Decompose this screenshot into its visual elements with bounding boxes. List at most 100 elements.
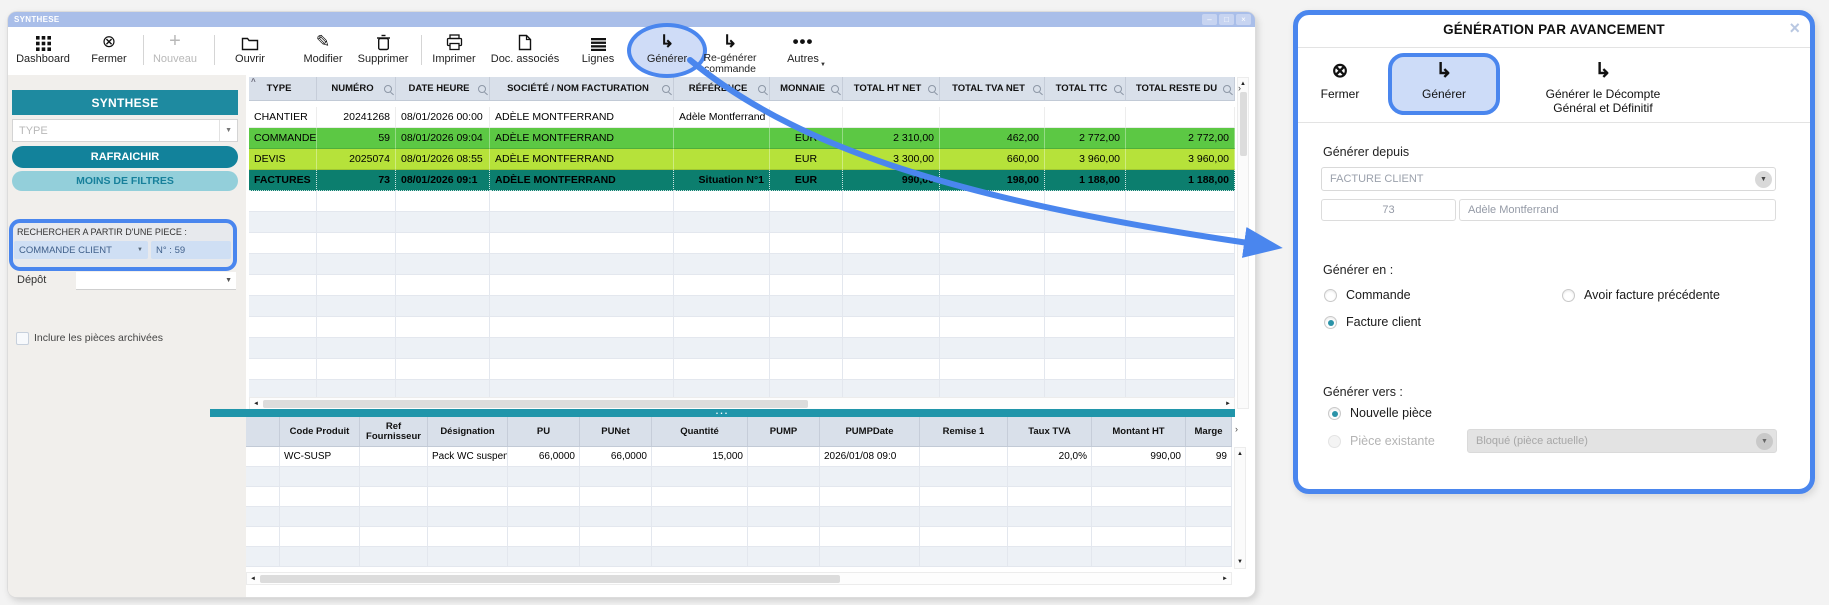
column-header-remise[interactable]: Remise 1 (920, 417, 1008, 446)
empty-cell (317, 338, 396, 359)
dialog-fermer-button[interactable]: ⊗ Fermer (1310, 57, 1370, 101)
rafraichir-button[interactable]: RAFRAICHIR (12, 146, 238, 168)
radio-commande[interactable] (1324, 289, 1337, 302)
toolbar-regenerer[interactable]: ↳ Re-générer commande (697, 30, 763, 75)
toolbar-generer[interactable]: ↳ Générer (635, 30, 699, 65)
search-icon[interactable] (1114, 85, 1122, 93)
minimize-icon[interactable]: – (1202, 14, 1217, 25)
column-header-pumpdate[interactable]: PUMPDate (820, 417, 920, 446)
column-header-pu[interactable]: PU (508, 417, 580, 446)
scrollbar-thumb[interactable] (260, 575, 840, 583)
window-title: SYNTHESE (8, 15, 60, 24)
toolbar-supprimer[interactable]: Supprimer (351, 30, 415, 65)
empty-cell (843, 296, 940, 317)
close-icon[interactable]: × (1236, 14, 1251, 25)
scroll-up-icon[interactable]: ▲ (1237, 451, 1243, 457)
cell-type: COMMANDES (249, 128, 317, 149)
dialog-generer-button[interactable]: ↳ Générer (1404, 57, 1484, 101)
detail-table-row[interactable]: WC-SUSP Pack WC suspen 66,0000 66,0000 1… (246, 447, 1232, 467)
archived-checkbox[interactable] (16, 332, 29, 345)
maximize-icon[interactable]: □ (1219, 14, 1234, 25)
search-icon[interactable] (662, 85, 670, 93)
chevron-down-icon[interactable]: ▼ (1755, 171, 1772, 188)
search-icon[interactable] (928, 85, 936, 93)
column-header-total-ht[interactable]: TOTAL HT NET (843, 77, 940, 100)
toolbar-nouveau: + Nouveau (143, 30, 207, 65)
toolbar-lignes-label: Lignes (582, 53, 614, 65)
column-header-total-ttc[interactable]: TOTAL TTC (1045, 77, 1126, 100)
toolbar-autres[interactable]: ••• Autres (771, 30, 835, 65)
piece-nom-field[interactable]: Adèle Montferrand (1459, 199, 1776, 221)
column-header-societe[interactable]: SOCIÉTÉ / NOM FACTURATION (490, 77, 674, 100)
search-icon[interactable] (1033, 85, 1041, 93)
search-icon[interactable] (384, 85, 392, 93)
scroll-right-icon[interactable]: ► (1225, 401, 1231, 407)
column-header-reference[interactable]: RÉFÉRENCE (674, 77, 770, 100)
toolbar-lignes[interactable]: Lignes (566, 30, 630, 65)
toolbar-fermer[interactable]: ⊗ Fermer (77, 30, 141, 65)
scroll-right-icon[interactable]: › (1238, 83, 1241, 93)
piece-numero-field[interactable]: 73 (1321, 199, 1456, 221)
toolbar-doc-associes[interactable]: Doc. associés (485, 30, 565, 65)
column-header-numero[interactable]: NUMÉRO (317, 77, 396, 100)
toolbar-dashboard[interactable]: Dashboard (11, 30, 75, 65)
column-header-punet[interactable]: PUNet (580, 417, 652, 446)
empty-cell (396, 275, 490, 296)
column-header-total-tva[interactable]: TOTAL TVA NET (940, 77, 1045, 100)
radio-facture-client-selected[interactable] (1324, 316, 1337, 329)
scrollbar-thumb[interactable] (1240, 92, 1247, 156)
search-icon[interactable] (758, 85, 766, 93)
column-header-designation[interactable]: Désignation (428, 417, 508, 446)
search-icon[interactable] (1223, 85, 1231, 93)
cell-date: 08/01/2026 09:1 (396, 170, 490, 191)
empty-cell (360, 527, 428, 547)
table-row-chantier[interactable]: CHANTIER 20241268 08/01/2026 00:00 ADÈLE… (249, 107, 1235, 128)
depot-select[interactable]: ▼ (76, 272, 236, 290)
cell-pu: 66,0000 (508, 447, 580, 467)
table-row-commandes[interactable]: COMMANDES 59 08/01/2026 09:04 ADÈLE MONT… (249, 128, 1235, 149)
autres-caret-icon[interactable]: ▼ (820, 62, 826, 68)
radio-nouvelle-piece-selected[interactable] (1328, 407, 1341, 420)
scroll-left-icon[interactable]: ◄ (250, 576, 256, 582)
toolbar-imprimer[interactable]: Imprimer (422, 30, 486, 65)
column-header-label: Montant HT (1112, 427, 1164, 437)
dialog-decompte-button[interactable]: ↳ Générer le Décompte Général et Définit… (1518, 57, 1688, 115)
search-icon[interactable] (478, 85, 486, 93)
column-header-ref-fournisseur[interactable]: Ref Fournisseur (360, 417, 428, 446)
radio-avoir-facture-label: Avoir facture précédente (1584, 288, 1720, 302)
toolbar-ouvrir[interactable]: Ouvrir (218, 30, 282, 65)
cell-total-ht (843, 107, 940, 128)
column-header-quantite[interactable]: Quantité (652, 417, 748, 446)
generer-depuis-select[interactable]: FACTURE CLIENT ▼ (1321, 167, 1776, 191)
column-header-total-reste[interactable]: TOTAL RESTE DU (1126, 77, 1235, 100)
scroll-right-icon[interactable]: › (1235, 424, 1238, 434)
scroll-left-icon[interactable]: ◄ (253, 401, 259, 407)
cell-numero: 73 (317, 170, 396, 191)
piece-type-select[interactable]: COMMANDE CLIENT ▼ (14, 241, 148, 259)
dialog-close-icon[interactable]: × (1789, 18, 1800, 39)
radio-avoir-facture[interactable] (1562, 289, 1575, 302)
column-header-date-heure[interactable]: DATE HEURE (396, 77, 490, 100)
toolbar-modifier[interactable]: ✎ Modifier (291, 30, 355, 65)
column-header-pump[interactable]: PUMP (748, 417, 820, 446)
scroll-down-icon[interactable]: ▼ (1237, 559, 1243, 565)
column-header-type[interactable]: ^ TYPE (249, 77, 317, 100)
column-header-marge[interactable]: Marge (1186, 417, 1232, 446)
table-row-factures-selected[interactable]: FACTURES 73 08/01/2026 09:1 ADÈLE MONTFE… (249, 170, 1235, 191)
scroll-right-icon[interactable]: ► (1222, 576, 1228, 582)
column-header-montant-ht[interactable]: Montant HT (1092, 417, 1186, 446)
detail-table-horizontal-scrollbar[interactable]: ◄ ► (246, 572, 1232, 585)
piece-number-field[interactable]: N° : 59 (151, 241, 231, 259)
table-row-devis[interactable]: DEVIS 2025074 08/01/2026 08:55 ADÈLE MON… (249, 149, 1235, 170)
column-header-code-produit[interactable]: Code Produit (280, 417, 360, 446)
main-table-vertical-scrollbar[interactable]: ▲ (1237, 77, 1249, 409)
splitter-handle[interactable]: ... (210, 409, 1235, 417)
moins-de-filtres-button[interactable]: MOINS DE FILTRES (12, 171, 238, 191)
empty-cell (249, 212, 317, 233)
detail-table-vertical-scrollbar[interactable]: ▲ ▼ (1234, 447, 1246, 569)
type-select[interactable]: TYPE ▼ (12, 119, 238, 142)
search-icon[interactable] (831, 85, 839, 93)
column-header-taux-tva[interactable]: Taux TVA (1008, 417, 1092, 446)
column-header-monnaie[interactable]: MONNAIE (770, 77, 843, 100)
empty-cell (249, 359, 317, 380)
